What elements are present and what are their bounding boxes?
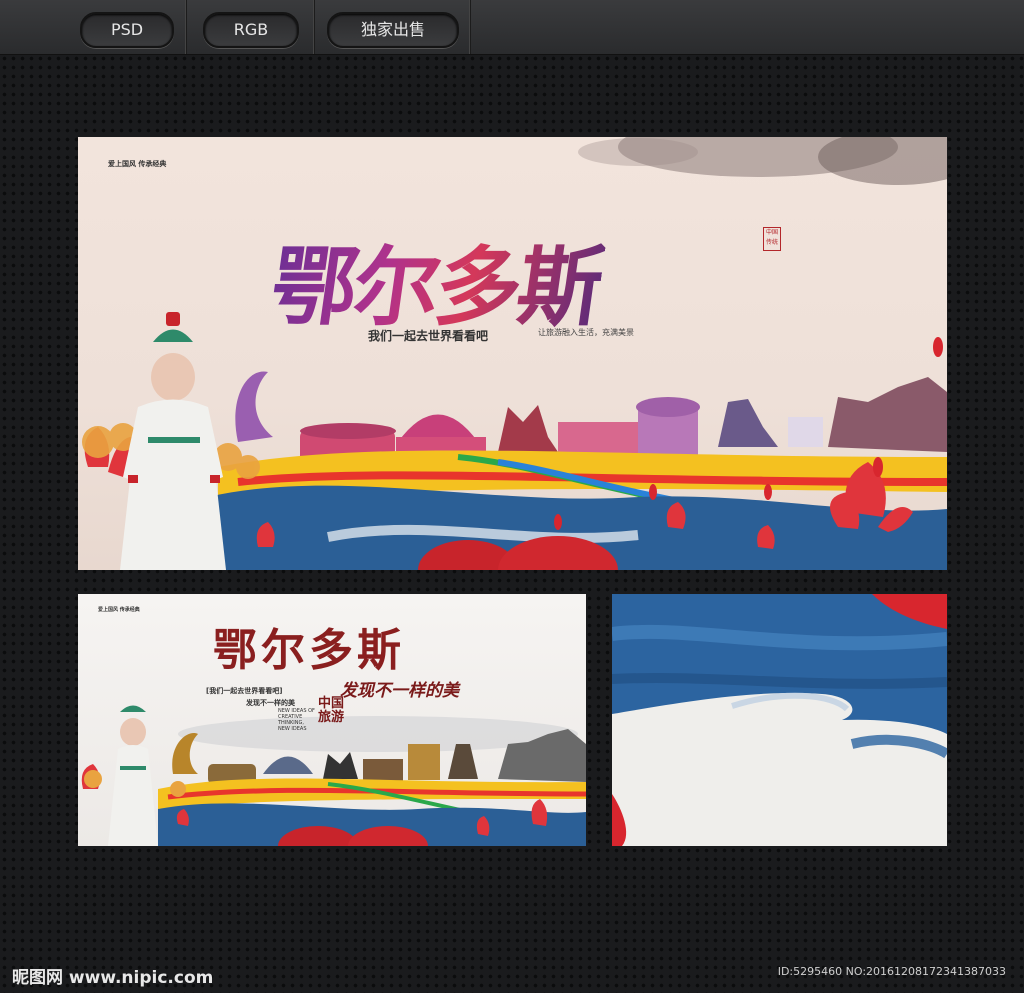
tab-rgb[interactable]: RGB xyxy=(203,12,299,48)
poster-title: 鄂尔多斯 xyxy=(264,217,610,342)
small-poster-title: 鄂尔多斯 xyxy=(213,625,405,676)
poster-slogan: 我们一起去世界看看吧 xyxy=(368,329,489,343)
small-poster-top-left-text: 爱上国风 传承经典 xyxy=(98,607,140,613)
texture-detail-artwork xyxy=(612,594,947,846)
small-poster-slogan: 发现不一样的美 xyxy=(340,681,459,701)
site-logo[interactable]: 昵图网 www.nipic.com xyxy=(12,963,213,988)
format-toolbar: PSD RGB 独家出售 xyxy=(0,0,1024,55)
main-poster: 爱上国风 传承经典 鄂尔多斯 中国传统 我们一起去世界看看吧 让旅游融入生活，充… xyxy=(78,137,947,570)
small-poster-english: NEW IDEAS OF CREATIVE THINKING, NEW IDEA… xyxy=(278,708,315,732)
tab-psd[interactable]: PSD xyxy=(80,12,174,48)
small-poster-china-tour: 中国旅游 xyxy=(318,696,345,725)
texture-detail-panel xyxy=(612,594,947,846)
poster-top-left-text: 爱上国风 传承经典 xyxy=(108,160,167,168)
small-poster-sub-text: 发现不一样的美 xyxy=(246,699,295,707)
small-poster: 爱上国风 传承经典 鄂尔多斯 发现不一样的美 [我们一起去世界看看吧] 发现不一… xyxy=(78,594,586,846)
image-id: ID:5295460 NO:20161208172341387033 xyxy=(777,965,1006,978)
tab-exclusive[interactable]: 独家出售 xyxy=(327,12,459,48)
poster-seal: 中国传统 xyxy=(763,227,781,251)
poster-artwork xyxy=(82,137,947,570)
poster-slogan-right: 让旅游融入生活，充满美景 xyxy=(538,328,634,337)
small-poster-bracket-text: [我们一起去世界看看吧] xyxy=(206,687,283,695)
